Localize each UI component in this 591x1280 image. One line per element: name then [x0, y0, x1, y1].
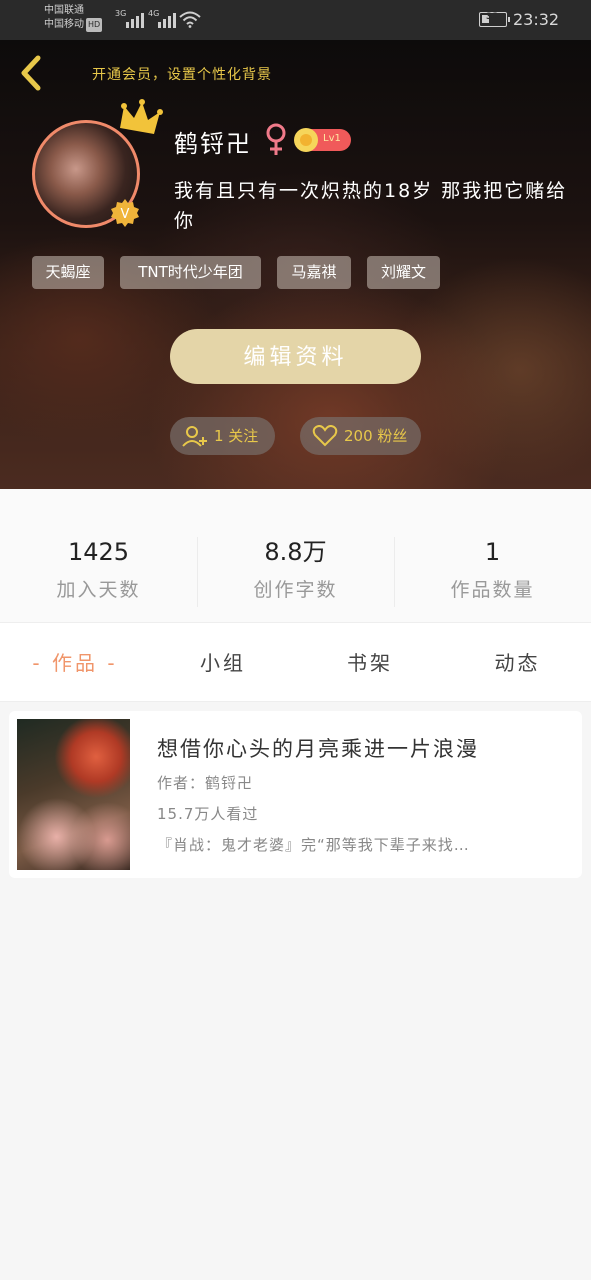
verified-badge-icon: V [111, 199, 139, 227]
level-text: Lv1 [323, 133, 341, 144]
work-author: 作者：鹤锊卍 [157, 774, 254, 792]
tag-idol-1[interactable]: 马嘉祺 [277, 256, 351, 289]
carrier-2: 中国移动 [44, 19, 84, 30]
hd-badge: HD [86, 18, 103, 32]
wifi-icon [179, 11, 201, 28]
stat-label: 创作字数 [253, 579, 338, 601]
tab-activity[interactable]: 动态 [444, 623, 591, 703]
vip-promo-link[interactable]: 开通会员，设置个性化背景 [92, 64, 272, 84]
stat-value: 1425 [67, 538, 130, 566]
fans-button[interactable]: 200 粉丝 [300, 417, 421, 455]
clock: 23:32 [513, 10, 560, 29]
following-button[interactable]: 1 关注 [170, 417, 275, 455]
work-summary: 『肖战：鬼才老婆』完“那等我下辈子来找… [157, 836, 470, 854]
carrier-1: 中国联通 [44, 5, 84, 16]
tag-group[interactable]: TNT时代少年团 [120, 256, 261, 289]
stats-bar: 1425 加入天数 8.8万 创作字数 1 作品数量 [0, 489, 591, 622]
fans-count: 200 粉丝 [344, 427, 408, 445]
stat-label: 作品数量 [450, 579, 535, 601]
battery-icon: 33 [479, 12, 510, 27]
stat-value: 1 [484, 538, 501, 566]
stat-join-days: 1425 加入天数 [0, 537, 197, 602]
book-cover-image[interactable] [17, 719, 130, 870]
tab-works[interactable]: - 作品 - [0, 623, 150, 703]
stat-value: 8.8万 [264, 538, 327, 566]
back-arrow-icon[interactable] [16, 54, 46, 92]
stat-word-count: 8.8万 创作字数 [197, 537, 394, 602]
edit-profile-button[interactable]: 编辑资料 [170, 329, 421, 384]
battery-text: 33 [486, 12, 499, 22]
heart-icon [312, 425, 338, 447]
tag-constellation[interactable]: 天蝎座 [32, 256, 104, 289]
content-tabs: - 作品 - 小组 书架 动态 [0, 622, 591, 702]
carrier-info: 中国联通 中国移动 HD [44, 4, 103, 32]
status-bar: 中国联通 中国移动 HD 3G 4G 33 23:32 [0, 0, 591, 40]
tab-groups[interactable]: 小组 [150, 623, 296, 703]
tab-bookshelf[interactable]: 书架 [296, 623, 444, 703]
stat-works-count: 1 作品数量 [394, 537, 591, 602]
work-views: 15.7万人看过 [157, 805, 259, 823]
profile-header: 开通会员，设置个性化背景 V 鹤锊卍 Lv1 我有且只有一次炽热的18岁 那我把… [0, 40, 591, 489]
tag-idol-2[interactable]: 刘耀文 [367, 256, 440, 289]
sun-level-icon [294, 128, 318, 152]
signal-icon [126, 13, 144, 28]
bio-text: 我有且只有一次炽热的18岁 那我把它赌给你 [174, 180, 568, 232]
female-gender-icon [266, 123, 286, 155]
add-person-icon [182, 426, 207, 447]
nickname: 鹤锊卍 [174, 130, 252, 158]
level-badge: Lv1 [294, 128, 351, 152]
following-count: 1 关注 [214, 427, 259, 445]
verified-mark: V [121, 207, 130, 222]
work-title[interactable]: 想借你心头的月亮乘进一片浪漫 [157, 733, 479, 763]
crown-icon [120, 99, 163, 134]
stat-label: 加入天数 [56, 579, 141, 601]
work-card[interactable]: 想借你心头的月亮乘进一片浪漫 作者：鹤锊卍 15.7万人看过 『肖战：鬼才老婆』… [9, 711, 582, 878]
